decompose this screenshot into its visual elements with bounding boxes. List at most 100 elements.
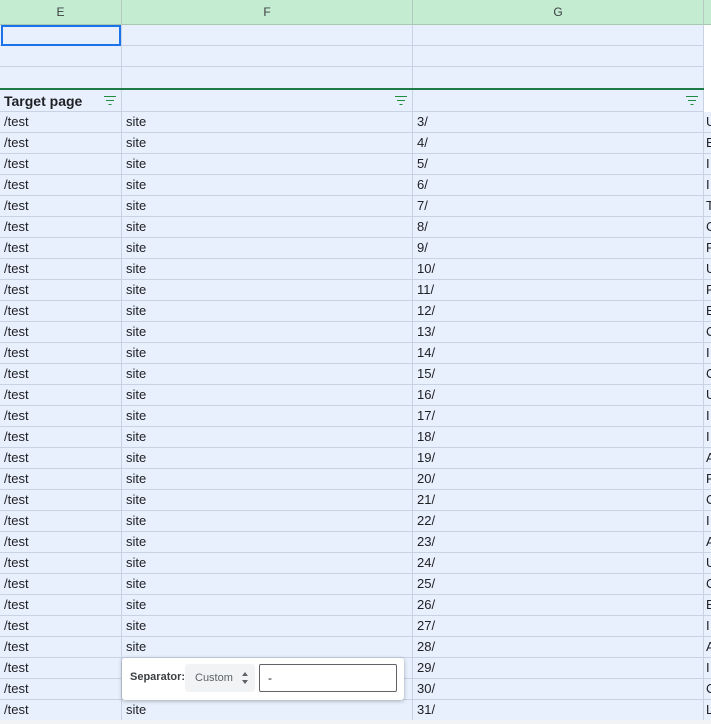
cell-g[interactable]: 31/ <box>413 700 704 721</box>
cell-g[interactable]: 30/ <box>413 679 704 700</box>
cell-g[interactable]: 11/ <box>413 280 704 301</box>
cell-g[interactable]: 15/ <box>413 364 704 385</box>
cell-g[interactable]: 17/ <box>413 406 704 427</box>
cell-f[interactable]: site <box>122 553 413 574</box>
cell-f[interactable]: site <box>122 154 413 175</box>
cell-h[interactable]: C <box>704 322 711 343</box>
cell-f[interactable]: site <box>122 595 413 616</box>
cell-h[interactable]: E <box>704 133 711 154</box>
cell-h[interactable]: E <box>704 301 711 322</box>
cell-g[interactable]: 18/ <box>413 427 704 448</box>
cell-f[interactable]: site <box>122 385 413 406</box>
cell-e[interactable]: /test <box>0 679 122 700</box>
cell-h[interactable]: U <box>704 385 711 406</box>
cell-g[interactable]: 3/ <box>413 112 704 133</box>
cell-f[interactable]: site <box>122 427 413 448</box>
cell-e[interactable]: /test <box>0 448 122 469</box>
header-cell-g[interactable] <box>413 90 704 112</box>
cell-f3[interactable] <box>122 67 413 89</box>
cell-h[interactable]: A <box>704 532 711 553</box>
cell-h[interactable]: I <box>704 616 711 637</box>
cell-h[interactable]: I <box>704 658 711 679</box>
column-header-f[interactable]: F <box>122 0 413 25</box>
cell-h[interactable]: I <box>704 511 711 532</box>
cell-e[interactable]: /test <box>0 469 122 490</box>
cell-f[interactable]: site <box>122 238 413 259</box>
filter-icon[interactable] <box>394 96 408 106</box>
cell-g[interactable]: 26/ <box>413 595 704 616</box>
cell-e[interactable]: /test <box>0 133 122 154</box>
cell-g[interactable]: 5/ <box>413 154 704 175</box>
cell-e[interactable]: /test <box>0 322 122 343</box>
cell-h[interactable]: L <box>704 700 711 721</box>
cell-e[interactable]: /test <box>0 574 122 595</box>
cell-f1[interactable] <box>122 25 413 46</box>
cell-g3[interactable] <box>413 67 704 89</box>
cell-e[interactable]: /test <box>0 280 122 301</box>
cell-e[interactable]: /test <box>0 364 122 385</box>
cell-g[interactable]: 21/ <box>413 490 704 511</box>
cell-f[interactable]: site <box>122 175 413 196</box>
cell-e[interactable]: /test <box>0 595 122 616</box>
cell-e2[interactable] <box>0 46 122 67</box>
cell-e[interactable]: /test <box>0 196 122 217</box>
cell-g[interactable]: 22/ <box>413 511 704 532</box>
cell-h[interactable]: I <box>704 175 711 196</box>
filter-icon[interactable] <box>685 96 699 106</box>
cell-e[interactable]: /test <box>0 658 122 679</box>
cell-e[interactable]: /test <box>0 511 122 532</box>
cell-e[interactable]: /test <box>0 175 122 196</box>
cell-f[interactable]: site <box>122 196 413 217</box>
cell-g[interactable]: 29/ <box>413 658 704 679</box>
cell-e[interactable]: /test <box>0 406 122 427</box>
cell-f[interactable]: site <box>122 301 413 322</box>
cell-h[interactable]: A <box>704 637 711 658</box>
cell-e[interactable]: /test <box>0 427 122 448</box>
filter-icon[interactable] <box>103 96 117 106</box>
cell-g[interactable]: 4/ <box>413 133 704 154</box>
cell-e[interactable]: /test <box>0 700 122 721</box>
separator-type-select[interactable]: Custom <box>185 664 255 692</box>
cell-g[interactable]: 9/ <box>413 238 704 259</box>
column-header-e[interactable]: E <box>0 0 122 25</box>
cell-f[interactable]: site <box>122 217 413 238</box>
cell-e3[interactable] <box>0 67 122 89</box>
cell-e[interactable]: /test <box>0 154 122 175</box>
cell-g[interactable]: 24/ <box>413 553 704 574</box>
cell-g[interactable]: 25/ <box>413 574 704 595</box>
header-cell-f[interactable] <box>122 90 413 112</box>
cell-e[interactable]: /test <box>0 532 122 553</box>
cell-g[interactable]: 27/ <box>413 616 704 637</box>
cell-f[interactable]: site <box>122 364 413 385</box>
cell-g[interactable]: 6/ <box>413 175 704 196</box>
cell-h[interactable]: F <box>704 280 711 301</box>
cell-f[interactable]: site <box>122 574 413 595</box>
cell-f2[interactable] <box>122 46 413 67</box>
custom-separator-input[interactable]: - <box>259 664 397 692</box>
cell-h[interactable]: I <box>704 154 711 175</box>
cell-h[interactable]: C <box>704 574 711 595</box>
cell-f[interactable]: site <box>122 280 413 301</box>
freeze-divider[interactable] <box>0 88 704 90</box>
cell-e[interactable]: /test <box>0 238 122 259</box>
cell-f[interactable]: site <box>122 343 413 364</box>
cell-h[interactable]: I <box>704 406 711 427</box>
cell-h[interactable]: C <box>704 679 711 700</box>
cell-e[interactable]: /test <box>0 217 122 238</box>
cell-f[interactable]: site <box>122 448 413 469</box>
cell-h[interactable]: U <box>704 259 711 280</box>
cell-g[interactable]: 23/ <box>413 532 704 553</box>
cell-e[interactable]: /test <box>0 301 122 322</box>
cell-f[interactable]: site <box>122 406 413 427</box>
cell-g[interactable]: 12/ <box>413 301 704 322</box>
cell-e[interactable]: /test <box>0 385 122 406</box>
horizontal-scrollbar[interactable] <box>0 720 711 724</box>
cell-f[interactable]: site <box>122 532 413 553</box>
cell-h[interactable]: C <box>704 364 711 385</box>
cell-e[interactable]: /test <box>0 259 122 280</box>
cell-g[interactable]: 16/ <box>413 385 704 406</box>
cell-f[interactable]: site <box>122 322 413 343</box>
cell-e[interactable]: /test <box>0 637 122 658</box>
cell-h[interactable]: C <box>704 217 711 238</box>
cell-e[interactable]: /test <box>0 553 122 574</box>
